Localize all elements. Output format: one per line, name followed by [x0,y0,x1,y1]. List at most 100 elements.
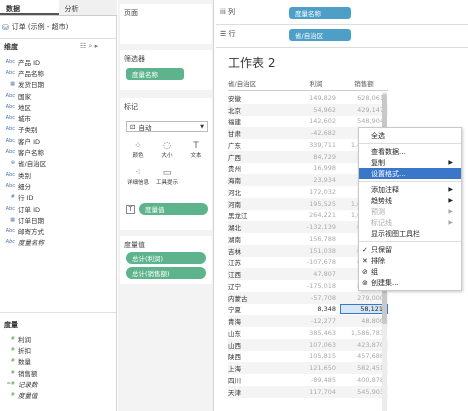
cell-profit[interactable]: 105,815 [292,352,340,360]
rows-shelf[interactable]: ☰ 行 省/自治区 [216,26,468,46]
cell-province[interactable]: 广东 [228,140,292,150]
cell-sales[interactable]: 48,800 [340,317,388,325]
menu-item[interactable]: ⊘ 组 [359,266,461,277]
cell-profit[interactable]: -42,682 [292,129,340,137]
rows-pill-province[interactable]: 省/自治区 [289,29,351,41]
menu-item[interactable]: ⊚ 创建集... [359,277,461,288]
cell-profit[interactable]: -107,678 [292,258,340,266]
cell-province[interactable]: 四川 [228,375,292,385]
header-province[interactable]: 省/自治区 [228,78,292,90]
pill-sum-profit[interactable]: 总计(利润) [126,252,206,264]
cell-province[interactable]: 天津 [228,387,292,397]
measure-field[interactable]: # 度量值 [0,389,116,400]
menu-item[interactable]: 添加注释 ▶ [359,184,461,195]
cell-sales[interactable]: 400,878 [340,376,388,384]
cell-province[interactable]: 宁夏 [228,304,292,314]
cell-profit[interactable]: 117,704 [292,388,340,396]
pill-sum-sales[interactable]: 总计(销售额) [126,267,206,279]
tab-analytics[interactable]: 分析 [58,0,117,15]
cell-province[interactable]: 北京 [228,105,292,115]
cell-sales[interactable]: 58,121 [340,304,388,315]
dimension-field[interactable]: Abc 子类别 [0,124,116,135]
dimension-field[interactable]: Abc 细分 [0,180,116,191]
cell-profit[interactable]: 195,525 [292,200,340,208]
cell-profit[interactable]: 47,807 [292,270,340,278]
tab-data[interactable]: 数据 [0,0,59,15]
header-profit[interactable]: 利润 [292,78,340,90]
cell-province[interactable]: 黑龙江 [228,210,292,220]
cell-profit[interactable]: -175,018 [292,282,340,290]
cell-sales[interactable]: 1,586,783 [340,329,388,337]
dimension-field[interactable]: Abc 度量名称 [0,237,116,248]
cell-profit[interactable]: -132,139 [292,223,340,231]
dimension-field[interactable]: Abc 城市 [0,112,116,123]
dimension-field[interactable]: Abc 订单 ID [0,203,116,214]
cell-profit[interactable]: -57,708 [292,294,340,302]
datasource-item[interactable]: ⛁ 订单 (示例 - 超市) [2,20,115,34]
cell-province[interactable]: 安徽 [228,93,292,103]
cell-profit[interactable]: 264,221 [292,211,340,219]
marks-pill-measure-values[interactable]: 度量值 [139,203,208,215]
cell-sales[interactable]: 279,000 [340,294,388,302]
dimension-field[interactable]: Abc 客户 ID [0,135,116,146]
pages-card[interactable]: 页面 [120,4,212,44]
cell-profit[interactable]: 8,348 [292,305,340,313]
dimension-field[interactable]: Abc 国家 [0,90,116,101]
cell-province[interactable]: 青海 [228,316,292,326]
header-sales[interactable]: 销售额 [340,78,388,90]
columns-shelf[interactable]: iii 列 度量名称 [216,4,468,24]
dimension-field[interactable]: ▦ 订单日期 [0,214,116,225]
dimension-field[interactable]: ⊕ 省/自治区 [0,158,116,169]
cell-profit[interactable]: 151,038 [292,247,340,255]
menu-item[interactable]: ✓ 只保留 [359,244,461,255]
cell-province[interactable]: 贵州 [228,163,292,173]
cell-profit[interactable]: -89,485 [292,376,340,384]
menu-item[interactable]: 全选 [359,130,461,141]
dimension-field[interactable]: Abc 邮寄方式 [0,225,116,236]
dimension-field[interactable]: ▦ 发货日期 [0,79,116,90]
dimension-field[interactable]: Abc 地区 [0,101,116,112]
measure-field[interactable]: # 数量 [0,356,116,367]
cell-sales[interactable]: 582,451 [340,364,388,372]
measure-values-card[interactable]: 度量值 总计(利润) 总计(销售额) [120,236,212,284]
filter-pill-measure-names[interactable]: 度量名称 [126,68,184,80]
dimension-field[interactable]: # 行 ID [0,192,116,203]
marks-button-tooltip[interactable]: ▭ 工具提示 [153,165,181,189]
cell-province[interactable]: 吉林 [228,246,292,256]
cell-profit[interactable]: 142,602 [292,117,340,125]
cell-province[interactable]: 江苏 [228,257,292,267]
cell-province[interactable]: 内蒙古 [228,293,292,303]
marks-card[interactable]: 标记 ⊡ 自动 ▼ ⁘ 颜色 ◌ 大小 T 文本 ⁖ 详细信息 ▭ 工具提示 T 度量值 [120,98,212,230]
menu-item[interactable]: 标记线 ▶ [359,217,461,228]
cell-province[interactable]: 福建 [228,116,292,126]
cell-sales[interactable]: 548,904 [340,117,388,125]
marks-button-text[interactable]: T 文本 [182,138,210,162]
cell-sales[interactable]: 423,870 [340,341,388,349]
cell-profit[interactable]: 54,962 [292,106,340,114]
cell-profit[interactable]: 23,934 [292,176,340,184]
menu-item[interactable]: ✕ 排除 [359,255,461,266]
dimension-field[interactable]: Abc 产品 ID [0,56,116,67]
cell-profit[interactable]: 84,729 [292,153,340,161]
cell-province[interactable]: 广西 [228,152,292,162]
menu-item[interactable]: 预测 ▶ [359,206,461,217]
cell-province[interactable]: 湖南 [228,234,292,244]
cell-profit[interactable]: 339,711 [292,141,340,149]
cell-sales[interactable]: 628,061 [340,94,388,102]
mark-type-dropdown[interactable]: ⊡ 自动 ▼ [126,121,208,132]
menu-item[interactable]: 查看数据... [359,146,461,157]
cell-province[interactable]: 江西 [228,269,292,279]
marks-button-detail[interactable]: ⁖ 详细信息 [124,165,152,189]
cell-sales[interactable]: 457,688 [340,352,388,360]
dimension-field[interactable]: Abc 客户名称 [0,146,116,157]
menu-item[interactable]: 设置格式... [359,168,461,179]
cell-profit[interactable]: 156,788 [292,235,340,243]
marks-button-color[interactable]: ⁘ 颜色 [124,138,152,162]
cell-sales[interactable]: 545,903 [340,388,388,396]
menu-item[interactable]: 显示视图工具栏 [359,228,461,239]
dimension-field[interactable]: Abc 类别 [0,169,116,180]
menu-item[interactable]: 复制 ▶ [359,157,461,168]
measure-field[interactable]: # 折扣 [0,344,116,355]
cell-profit[interactable]: 172,032 [292,188,340,196]
marks-button-size[interactable]: ◌ 大小 [153,138,181,162]
